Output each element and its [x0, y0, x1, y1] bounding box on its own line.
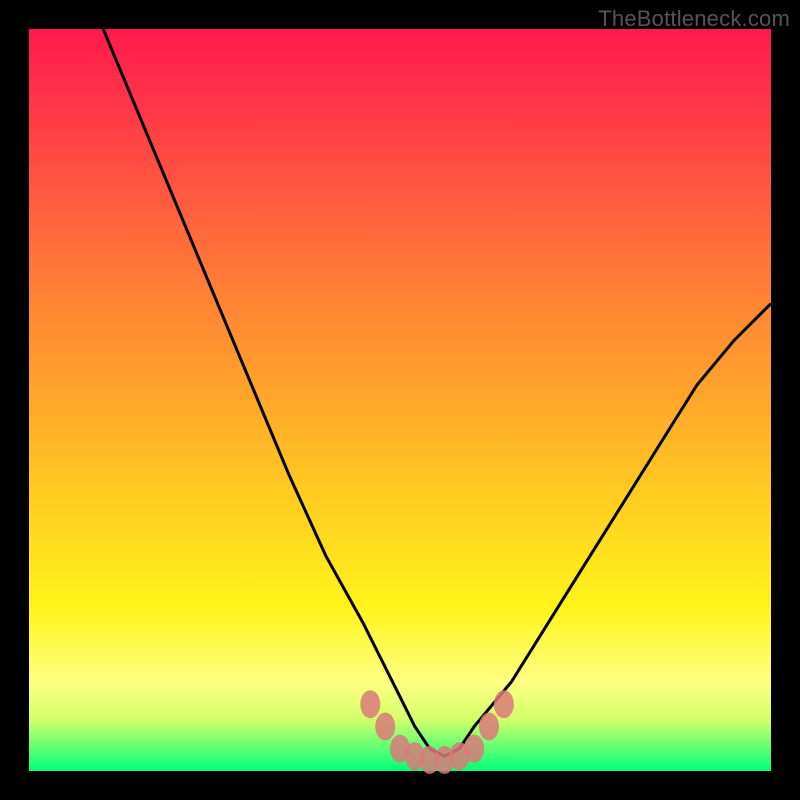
bottleneck-curve	[29, 29, 771, 771]
trough-marker	[360, 690, 380, 718]
trough-marker	[464, 735, 484, 763]
watermark-text: TheBottleneck.com	[598, 6, 790, 32]
trough-marker	[479, 713, 499, 741]
plot-area	[29, 29, 771, 771]
trough-marker	[375, 713, 395, 741]
trough-markers	[360, 690, 514, 774]
chart-frame: TheBottleneck.com	[0, 0, 800, 800]
curve-line	[103, 29, 771, 756]
trough-marker	[494, 690, 514, 718]
